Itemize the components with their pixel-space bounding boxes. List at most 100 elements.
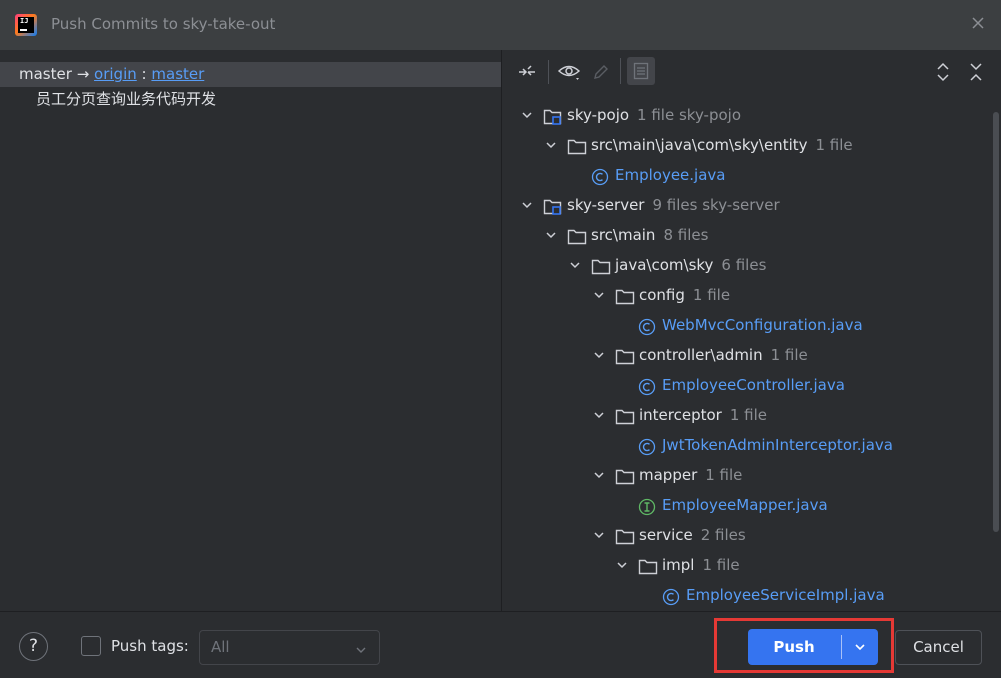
remote-link[interactable]: origin (94, 65, 137, 83)
node-meta: 2 files (700, 526, 746, 544)
java-class-icon (638, 316, 656, 336)
file-node[interactable]: JwtTokenAdminInterceptor.java (502, 430, 986, 460)
file-node[interactable]: WebMvcConfiguration.java (502, 310, 986, 340)
collapse-all-icon[interactable] (963, 59, 989, 85)
collapse-arrows-icon[interactable] (514, 59, 540, 85)
chevron-down-icon[interactable] (544, 130, 558, 160)
node-label: EmployeeServiceImpl.java (686, 586, 885, 604)
java-interface-icon (638, 496, 656, 516)
node-label: JwtTokenAdminInterceptor.java (662, 436, 893, 454)
java-class-icon (591, 166, 609, 186)
java-class-icon (638, 436, 656, 456)
folder-icon (615, 346, 635, 365)
tree-node[interactable]: src\main 8 files (502, 220, 986, 250)
node-meta: 1 file (729, 406, 768, 424)
file-node[interactable]: EmployeeServiceImpl.java (502, 580, 986, 610)
branch-row[interactable]: master → origin : master (0, 62, 501, 87)
node-label: config 1 file (639, 286, 731, 304)
node-label: WebMvcConfiguration.java (662, 316, 863, 334)
node-label: service 2 files (639, 526, 746, 544)
node-label: sky-pojo 1 file sky-pojo (567, 106, 742, 124)
close-icon[interactable] (969, 15, 987, 33)
changes-toolbar (502, 50, 1001, 92)
push-tags-label: Push tags: (111, 637, 189, 655)
node-meta: 9 files sky-server (652, 196, 780, 214)
folder-icon (615, 286, 635, 305)
intellij-logo-icon: IJ (15, 14, 37, 36)
java-class-icon (638, 376, 656, 396)
file-node[interactable]: Employee.java (502, 160, 986, 190)
node-label: controller\admin 1 file (639, 346, 808, 364)
tree-node[interactable]: controller\admin 1 file (502, 340, 986, 370)
title-bar: IJ Push Commits to sky-take-out (0, 0, 1001, 50)
tree-node[interactable]: mapper 1 file (502, 460, 986, 490)
file-node[interactable]: EmployeeController.java (502, 370, 986, 400)
module-folder-icon (543, 106, 562, 125)
node-label: impl 1 file (662, 556, 740, 574)
chevron-down-icon[interactable] (544, 220, 558, 250)
tree-node[interactable]: interceptor 1 file (502, 400, 986, 430)
node-meta: 1 file (702, 556, 740, 574)
chevron-down-icon[interactable] (592, 400, 606, 430)
chevron-down-icon[interactable] (568, 250, 582, 280)
folder-icon (591, 256, 611, 275)
node-meta: 1 file sky-pojo (637, 106, 742, 124)
node-meta: 1 file (770, 346, 808, 364)
node-label: java\com\sky 6 files (615, 256, 767, 274)
node-meta: 6 files (721, 256, 767, 274)
chevron-down-icon[interactable] (520, 100, 534, 130)
details-panel-icon[interactable] (627, 57, 655, 85)
tree-scrollbar[interactable] (993, 112, 999, 532)
node-label: EmployeeMapper.java (662, 496, 828, 514)
tags-select-value: All (211, 638, 230, 656)
folder-icon (615, 406, 635, 425)
node-label: EmployeeController.java (662, 376, 845, 394)
push-button-label[interactable]: Push (748, 629, 840, 665)
tree-node[interactable]: java\com\sky 6 files (502, 250, 986, 280)
expand-all-icon[interactable] (930, 59, 956, 85)
node-meta: 8 files (663, 226, 709, 244)
changes-pane: sky-pojo 1 file sky-pojo src\main\java\com… (502, 50, 1001, 611)
tree-node[interactable]: impl 1 file (502, 550, 986, 580)
help-button[interactable]: ? (19, 632, 48, 661)
module-folder-icon (543, 196, 562, 215)
chevron-down-icon[interactable] (592, 280, 606, 310)
commits-pane: master → origin : master 员工分页查询业务代码开发 (0, 50, 501, 611)
dialog-footer: ? Push tags: All Push Cancel (0, 611, 1001, 678)
folder-icon (615, 526, 635, 545)
node-meta: 1 file (692, 286, 731, 304)
folder-icon (567, 136, 587, 155)
chevron-down-icon[interactable] (592, 460, 606, 490)
tags-select[interactable]: All (199, 630, 380, 665)
commit-message[interactable]: 员工分页查询业务代码开发 (36, 88, 216, 110)
tree-node[interactable]: src\main\java\com\sky\entity 1 file (502, 130, 986, 160)
branch-arrow: → (76, 65, 90, 83)
window-title: Push Commits to sky-take-out (51, 15, 276, 33)
java-class-icon (662, 586, 680, 606)
file-node[interactable]: EmployeeMapper.java (502, 490, 986, 520)
push-options-chevron-icon[interactable] (842, 629, 878, 665)
chevron-down-icon[interactable] (592, 520, 606, 550)
tree-node[interactable]: service 2 files (502, 520, 986, 550)
node-meta: 1 file (815, 136, 853, 154)
tree-node[interactable]: sky-server 9 files sky-server (502, 190, 986, 220)
push-button[interactable]: Push (748, 629, 878, 665)
node-label: mapper 1 file (639, 466, 743, 484)
target-branch-link[interactable]: master (151, 65, 204, 83)
chevron-down-icon[interactable] (592, 340, 606, 370)
cancel-button[interactable]: Cancel (895, 630, 982, 665)
push-tags-checkbox[interactable] (81, 636, 101, 656)
tree-node[interactable]: sky-pojo 1 file sky-pojo (502, 100, 986, 130)
chevron-down-icon[interactable] (520, 190, 534, 220)
tree-node[interactable]: config 1 file (502, 280, 986, 310)
node-label: interceptor 1 file (639, 406, 768, 424)
eye-icon[interactable] (556, 59, 582, 85)
chevron-down-icon[interactable] (615, 550, 629, 580)
chevron-down-icon (355, 642, 367, 660)
node-label: sky-server 9 files sky-server (567, 196, 780, 214)
node-label: src\main\java\com\sky\entity 1 file (591, 136, 853, 154)
branch-sep: : (141, 65, 147, 83)
pencil-icon[interactable] (588, 59, 614, 85)
node-label: Employee.java (615, 166, 726, 184)
node-meta: 1 file (705, 466, 743, 484)
